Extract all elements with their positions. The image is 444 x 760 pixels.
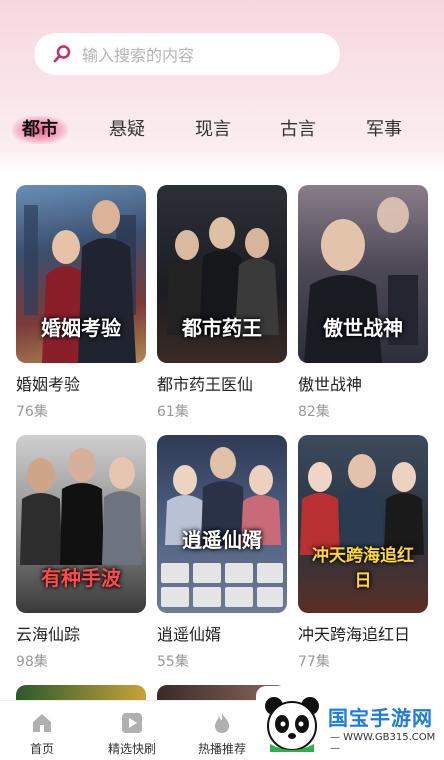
- poster-title: 都市药王: [182, 316, 262, 340]
- drama-poster[interactable]: 有种手波: [16, 435, 146, 613]
- nav-label: 热播推荐: [197, 742, 246, 756]
- nav-label: 首页: [29, 742, 54, 756]
- drama-title: 婚姻考验: [16, 375, 81, 394]
- episode-count: 82集: [298, 404, 330, 420]
- tab-dushi[interactable]: 都市: [10, 112, 70, 148]
- drama-poster[interactable]: 逍遥仙婿: [157, 435, 287, 613]
- flame-icon: [210, 711, 234, 735]
- drama-poster[interactable]: 冲天跨海追红日: [298, 435, 428, 613]
- drama-card[interactable]: 傲世战神 傲世战神 82集: [298, 185, 428, 421]
- drama-card[interactable]: 都市药王 都市药王医仙 61集: [157, 185, 287, 421]
- search-bar[interactable]: 输入搜索的内容: [34, 33, 340, 75]
- category-tabs: 都市 悬疑 现言 古言 军事: [0, 112, 444, 148]
- drama-title: 冲天跨海追红日: [298, 625, 411, 644]
- drama-title: 都市药王医仙: [157, 375, 254, 394]
- nav-label: 精选快刷: [107, 742, 156, 756]
- tab-xuanyi[interactable]: 悬疑: [97, 112, 157, 148]
- nav-item-featured[interactable]: 精选快刷: [92, 711, 172, 757]
- drama-title: 逍遥仙婿: [157, 625, 222, 644]
- play-icon: [120, 711, 144, 735]
- episode-count: 76集: [16, 404, 48, 420]
- poster-title: 婚姻考验: [41, 316, 121, 340]
- search-input[interactable]: 输入搜索的内容: [82, 42, 194, 66]
- poster-title: 逍遥仙婿: [182, 528, 262, 552]
- poster-title: 傲世战神: [323, 316, 403, 340]
- drama-card[interactable]: 逍遥仙婿 逍遥仙婿 55集: [157, 435, 287, 671]
- poster-title: 有种手波: [41, 566, 121, 590]
- drama-poster[interactable]: 都市药王: [157, 185, 287, 363]
- nav-item-hot[interactable]: 热播推荐: [182, 711, 262, 757]
- episode-count: 61集: [157, 404, 189, 420]
- tab-guyan[interactable]: 古言: [268, 112, 328, 148]
- poster-title: 冲天跨海追红日: [312, 546, 414, 591]
- home-icon: [30, 711, 54, 735]
- drama-poster[interactable]: 傲世战神: [298, 185, 428, 363]
- panda-logo-icon: [262, 694, 322, 754]
- drama-card[interactable]: 婚姻考验 婚姻考验 76集: [16, 185, 146, 421]
- drama-card[interactable]: 冲天跨海追红日 冲天跨海追红日 77集: [298, 435, 428, 671]
- drama-title: 傲世战神: [298, 375, 363, 394]
- watermark: 国宝手游网 — WWW.GB315.COM —: [256, 686, 444, 760]
- tab-xianyan[interactable]: 现言: [183, 112, 243, 148]
- drama-poster[interactable]: 婚姻考验: [16, 185, 146, 363]
- episode-count: 77集: [298, 654, 330, 670]
- episode-count: 98集: [16, 654, 48, 670]
- watermark-url: — WWW.GB315.COM —: [330, 732, 436, 754]
- tab-junshi[interactable]: 军事: [354, 112, 414, 148]
- nav-item-home[interactable]: 首页: [2, 711, 82, 757]
- watermark-brand: 国宝手游网: [328, 706, 433, 730]
- episode-count: 55集: [157, 654, 189, 670]
- drama-title: 云海仙踪: [16, 625, 81, 644]
- drama-card[interactable]: 有种手波 云海仙踪 98集: [16, 435, 146, 671]
- search-icon: [52, 44, 72, 64]
